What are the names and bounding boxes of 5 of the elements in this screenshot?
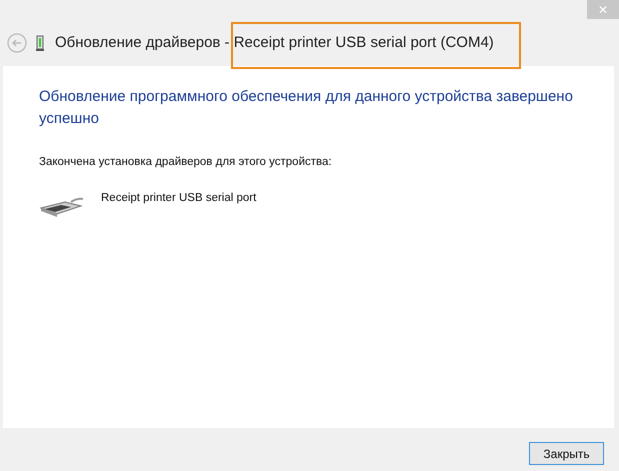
- window-title: Обновление драйверов - Receipt printer USB serial port (COM4): [55, 34, 494, 51]
- device-name: Receipt printer USB serial port: [101, 192, 256, 206]
- status-message: Закончена установка драйверов для этого устройства:: [39, 156, 333, 168]
- close-dialog-button[interactable]: Закрыть: [529, 442, 604, 465]
- status-heading: Обновление программного обеспечения для данного устройства завершено успешно: [39, 87, 574, 129]
